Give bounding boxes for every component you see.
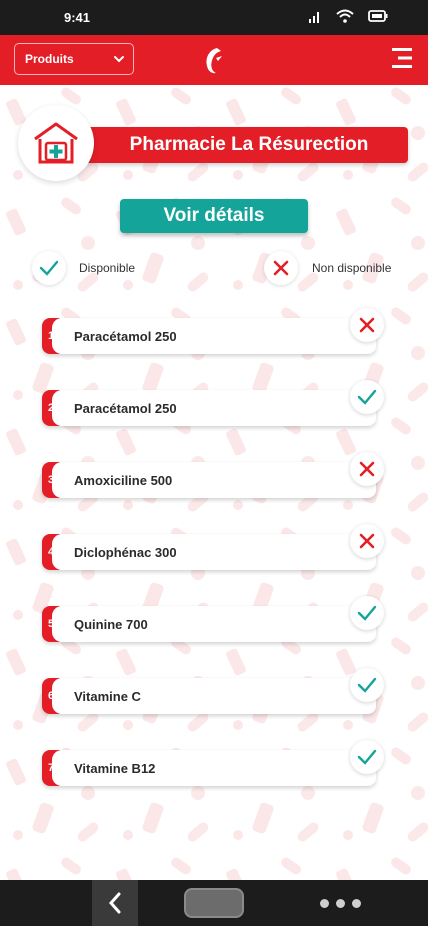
check-icon: [350, 380, 384, 414]
back-button[interactable]: [92, 880, 138, 926]
product-name: Paracétamol 250: [74, 329, 177, 344]
product-name: Paracétamol 250: [74, 401, 177, 416]
product-item-6[interactable]: 6 Vitamine C: [42, 668, 384, 714]
dot-icon: [336, 899, 345, 908]
product-number: 3: [42, 462, 68, 498]
check-icon: [350, 668, 384, 702]
product-number: 2: [42, 390, 68, 426]
product-number: 4: [42, 534, 68, 570]
products-dropdown[interactable]: Produits: [14, 43, 134, 75]
legend-unavailable-label: Non disponible: [312, 261, 392, 275]
product-name: Quinine 700: [74, 617, 148, 632]
pharmacy-house-icon: [34, 122, 78, 164]
more-options-button[interactable]: [320, 899, 361, 908]
status-time: 9:41: [64, 10, 91, 25]
chevron-down-icon: [114, 56, 124, 63]
product-item-7[interactable]: 7 Vitamine B12: [42, 740, 384, 786]
status-icons: [308, 9, 388, 23]
wifi-icon: [336, 9, 354, 23]
main-content: Pharmacie La Résurection Voir détails Di…: [0, 85, 428, 880]
product-name: Diclophénac 300: [74, 545, 177, 560]
close-icon: [350, 524, 384, 558]
pharmacy-avatar: [18, 105, 94, 181]
battery-icon: [368, 10, 388, 22]
dot-icon: [320, 899, 329, 908]
signal-icon: [309, 12, 319, 23]
menu-icon[interactable]: [390, 46, 414, 70]
product-name: Amoxiciline 500: [74, 473, 173, 488]
check-icon: [350, 596, 384, 630]
dot-icon: [352, 899, 361, 908]
product-item-2[interactable]: 2 Paracétamol 250: [42, 380, 384, 426]
home-button[interactable]: [184, 888, 244, 918]
chevron-left-icon: [108, 892, 121, 914]
product-item-4[interactable]: 4 Diclophénac 300: [42, 524, 384, 570]
view-details-button[interactable]: Voir détails: [120, 199, 308, 233]
product-item-1[interactable]: 1 Paracétamol 250: [42, 308, 384, 354]
product-number: 5: [42, 606, 68, 642]
product-item-3[interactable]: 3 Amoxiciline 500: [42, 452, 384, 498]
pharmacy-name-banner: Pharmacie La Résurection: [66, 127, 408, 163]
system-nav-bar: [0, 880, 428, 926]
close-icon: [264, 251, 298, 285]
close-icon: [350, 308, 384, 342]
app-bar: Produits: [0, 35, 428, 85]
legend-available-label: Disponible: [79, 261, 136, 275]
check-icon: [350, 740, 384, 774]
product-number: 1: [42, 318, 68, 354]
check-icon: [32, 251, 66, 285]
product-name: Vitamine B12: [74, 761, 156, 776]
product-name: Vitamine C: [74, 689, 141, 704]
app-logo-icon: [206, 48, 222, 74]
status-bar: 9:41: [0, 0, 428, 35]
availability-legend: Disponible Non disponible: [0, 251, 428, 285]
product-number: 7: [42, 750, 68, 786]
products-dropdown-label: Produits: [25, 52, 74, 66]
product-number: 6: [42, 678, 68, 714]
product-item-5[interactable]: 5 Quinine 700: [42, 596, 384, 642]
close-icon: [350, 452, 384, 486]
